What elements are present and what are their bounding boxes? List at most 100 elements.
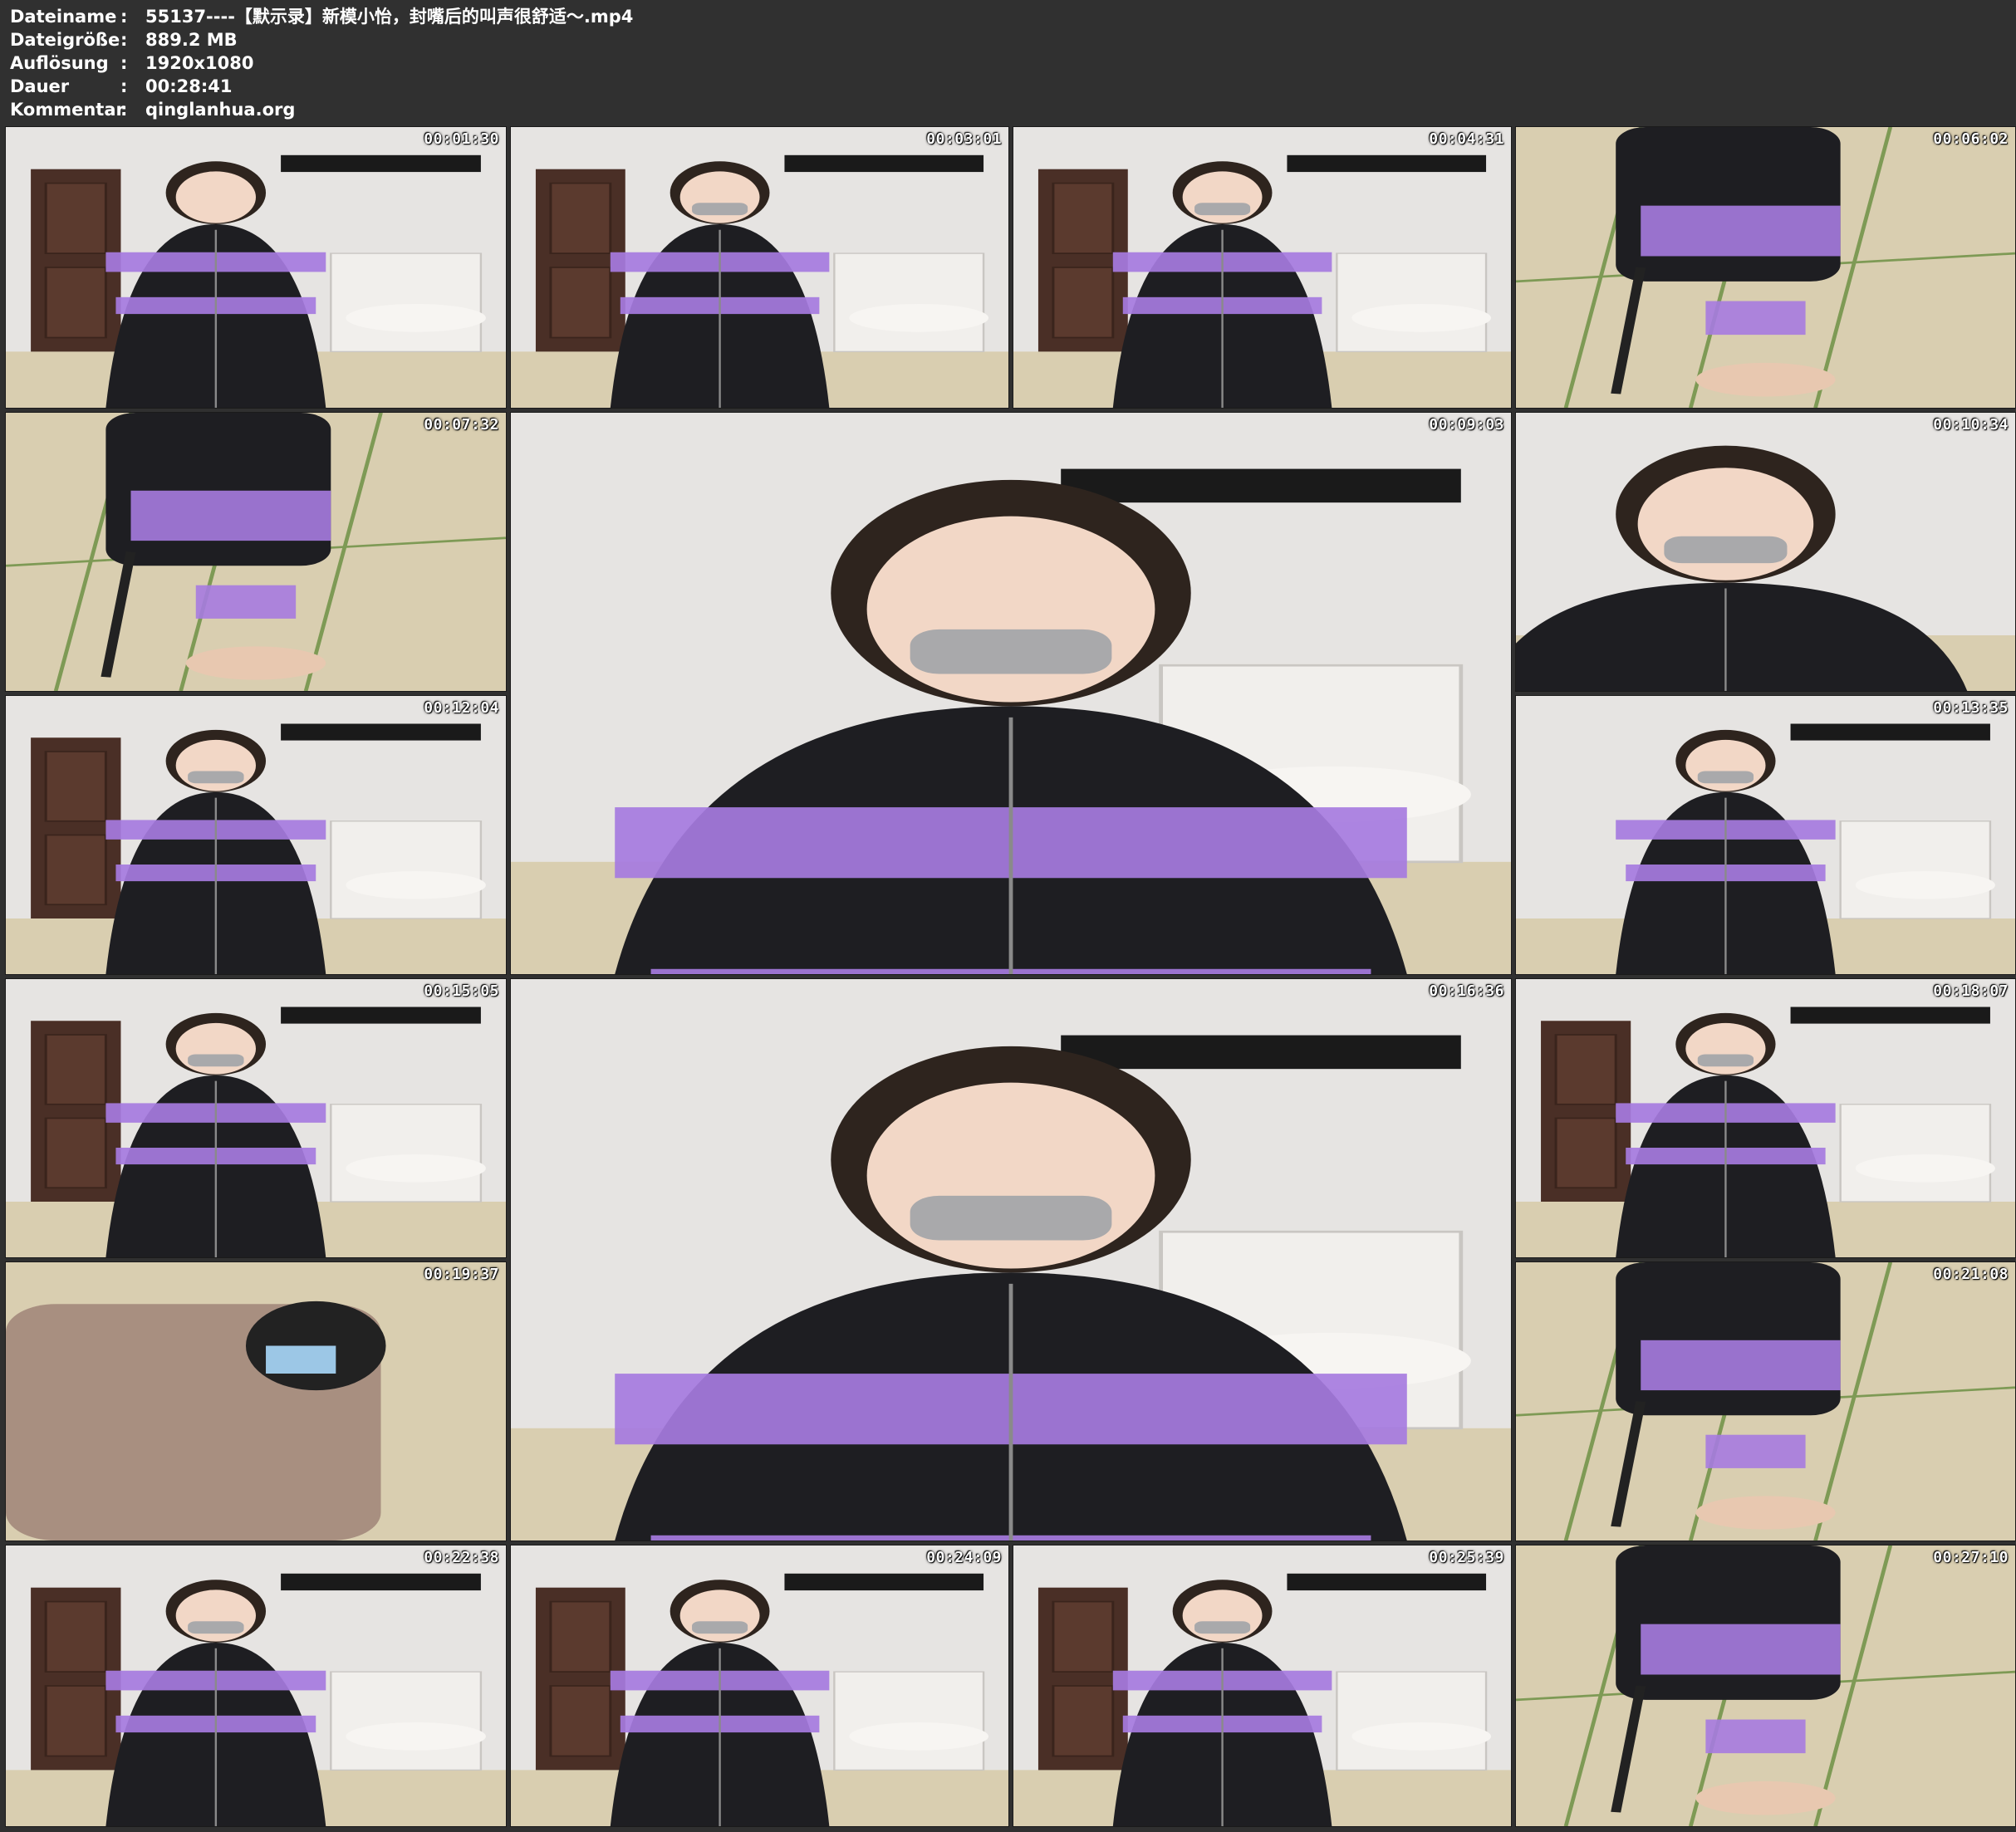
thumbnail-timestamp: 00:15:05 bbox=[424, 982, 499, 1000]
door-panel bbox=[1554, 1034, 1617, 1105]
round-table bbox=[849, 1722, 989, 1751]
door-panel bbox=[44, 182, 107, 254]
desk bbox=[330, 252, 483, 353]
thumbnail-scene bbox=[1516, 1545, 2015, 1826]
tape-band bbox=[130, 490, 331, 541]
face bbox=[866, 1082, 1155, 1269]
tape-band bbox=[1641, 1624, 1841, 1675]
picture-rail bbox=[784, 1573, 984, 1591]
gag-tape bbox=[1664, 536, 1788, 564]
picture-rail bbox=[1061, 468, 1461, 503]
comment-sep: : bbox=[120, 100, 128, 120]
tape-band bbox=[1641, 1340, 1841, 1391]
gag-tape bbox=[1697, 771, 1754, 784]
door-panel bbox=[549, 267, 612, 339]
duration-sep: : bbox=[120, 76, 128, 96]
round-table bbox=[849, 303, 989, 332]
video-thumbnail: 00:27:10 bbox=[1515, 1545, 2016, 1827]
desk bbox=[1336, 252, 1488, 353]
filename-key: Dateiname bbox=[10, 7, 117, 27]
thumbnail-scene bbox=[6, 696, 506, 974]
picture-rail bbox=[281, 154, 481, 173]
thumbnail-timestamp: 00:04:31 bbox=[1429, 130, 1504, 148]
tape-band bbox=[1641, 205, 1841, 257]
thumbnail-scene bbox=[511, 127, 1008, 408]
door-panel bbox=[44, 1600, 107, 1673]
thumbnail-timestamp: 00:21:08 bbox=[1933, 1266, 2009, 1283]
desk bbox=[330, 1104, 483, 1203]
face bbox=[1637, 468, 1814, 580]
round-table bbox=[1351, 303, 1492, 332]
desk bbox=[1839, 820, 1992, 919]
thumbnail-timestamp: 00:19:37 bbox=[424, 1266, 499, 1283]
thumbnail-scene bbox=[511, 1545, 1008, 1826]
foot bbox=[185, 646, 326, 680]
door-panel bbox=[44, 751, 107, 822]
door-panel bbox=[44, 1034, 107, 1105]
picture-rail bbox=[1287, 154, 1487, 173]
video-thumbnail: 00:01:30 bbox=[5, 126, 507, 409]
video-thumbnail: 00:21:08 bbox=[1515, 1261, 2016, 1541]
door-panel bbox=[1052, 182, 1115, 254]
video-thumbnail: 00:13:35 bbox=[1515, 695, 2016, 975]
desk bbox=[330, 1671, 483, 1771]
comment-value: qinglanhua.org bbox=[145, 100, 296, 120]
desk bbox=[833, 252, 985, 353]
thumbnail-scene bbox=[511, 979, 1511, 1541]
gag-tape bbox=[692, 1621, 748, 1634]
thumbnail-timestamp: 00:25:39 bbox=[1429, 1549, 1504, 1566]
video-thumbnail: 00:25:39 bbox=[1013, 1545, 1512, 1827]
desk bbox=[1336, 1671, 1488, 1771]
video-thumbnail: 00:10:34 bbox=[1515, 412, 2016, 692]
thumbnail-timestamp: 00:18:07 bbox=[1933, 982, 2009, 1000]
tape-band bbox=[1705, 301, 1806, 336]
resolution-value: 1920x1080 bbox=[145, 53, 254, 73]
gag-tape bbox=[910, 1195, 1112, 1241]
tape-band bbox=[1705, 1719, 1806, 1754]
video-thumbnail: 00:12:04 bbox=[5, 695, 507, 975]
tape-band bbox=[1705, 1434, 1806, 1468]
thumbnail-timestamp: 00:10:34 bbox=[1933, 416, 2009, 434]
video-thumbnail: 00:19:37 bbox=[5, 1261, 507, 1541]
gag-tape bbox=[1194, 203, 1251, 216]
filesize-value: 889.2 MB bbox=[145, 30, 238, 50]
door-panel bbox=[549, 1685, 612, 1757]
thumbnail-scene bbox=[6, 979, 506, 1257]
trousers bbox=[1616, 127, 1841, 282]
filename-sep: : bbox=[120, 7, 128, 27]
thumbnail-timestamp: 00:03:01 bbox=[926, 130, 1002, 148]
thumbnail-scene bbox=[6, 1545, 506, 1826]
thumbnail-scene bbox=[1516, 127, 2015, 408]
picture-rail bbox=[1061, 1035, 1461, 1070]
face bbox=[175, 739, 256, 791]
picture-rail bbox=[281, 1007, 481, 1024]
video-thumbnail: 00:18:07 bbox=[1515, 978, 2016, 1258]
video-thumbnail: 00:09:03 bbox=[510, 412, 1512, 975]
round-table bbox=[1351, 1722, 1492, 1751]
picture-rail bbox=[1790, 1007, 1990, 1024]
resolution-key: Auflösung bbox=[10, 53, 109, 73]
door-panel bbox=[44, 1117, 107, 1189]
door-panel bbox=[549, 182, 612, 254]
thumbnail-timestamp: 00:07:32 bbox=[424, 416, 499, 434]
thumbnail-scene bbox=[6, 127, 506, 408]
gag-tape bbox=[188, 1054, 244, 1067]
tape-band bbox=[195, 585, 297, 619]
filesize-row: Dateigröße : 889.2 MB bbox=[10, 28, 633, 51]
duration-key: Dauer bbox=[10, 76, 70, 96]
video-thumbnail: 00:03:01 bbox=[510, 126, 1009, 409]
resolution-sep: : bbox=[120, 53, 128, 73]
thumbnail-timestamp: 00:01:30 bbox=[424, 130, 499, 148]
file-info-header: Dateiname : 55137----【默示录】新模小怡，封嘴后的叫声很舒适… bbox=[10, 5, 633, 121]
picture-rail bbox=[1790, 723, 1990, 741]
gag-tape bbox=[692, 203, 748, 216]
video-thumbnail: 00:22:38 bbox=[5, 1545, 507, 1827]
video-thumbnail: 00:15:05 bbox=[5, 978, 507, 1258]
thumbnail-timestamp: 00:16:36 bbox=[1429, 982, 1504, 1000]
face bbox=[175, 171, 256, 223]
round-table bbox=[1855, 1154, 1995, 1183]
face bbox=[175, 1590, 256, 1642]
filesize-key: Dateigröße bbox=[10, 30, 120, 50]
video-thumbnail: 00:07:32 bbox=[5, 412, 507, 692]
thumbnail-timestamp: 00:22:38 bbox=[424, 1549, 499, 1566]
